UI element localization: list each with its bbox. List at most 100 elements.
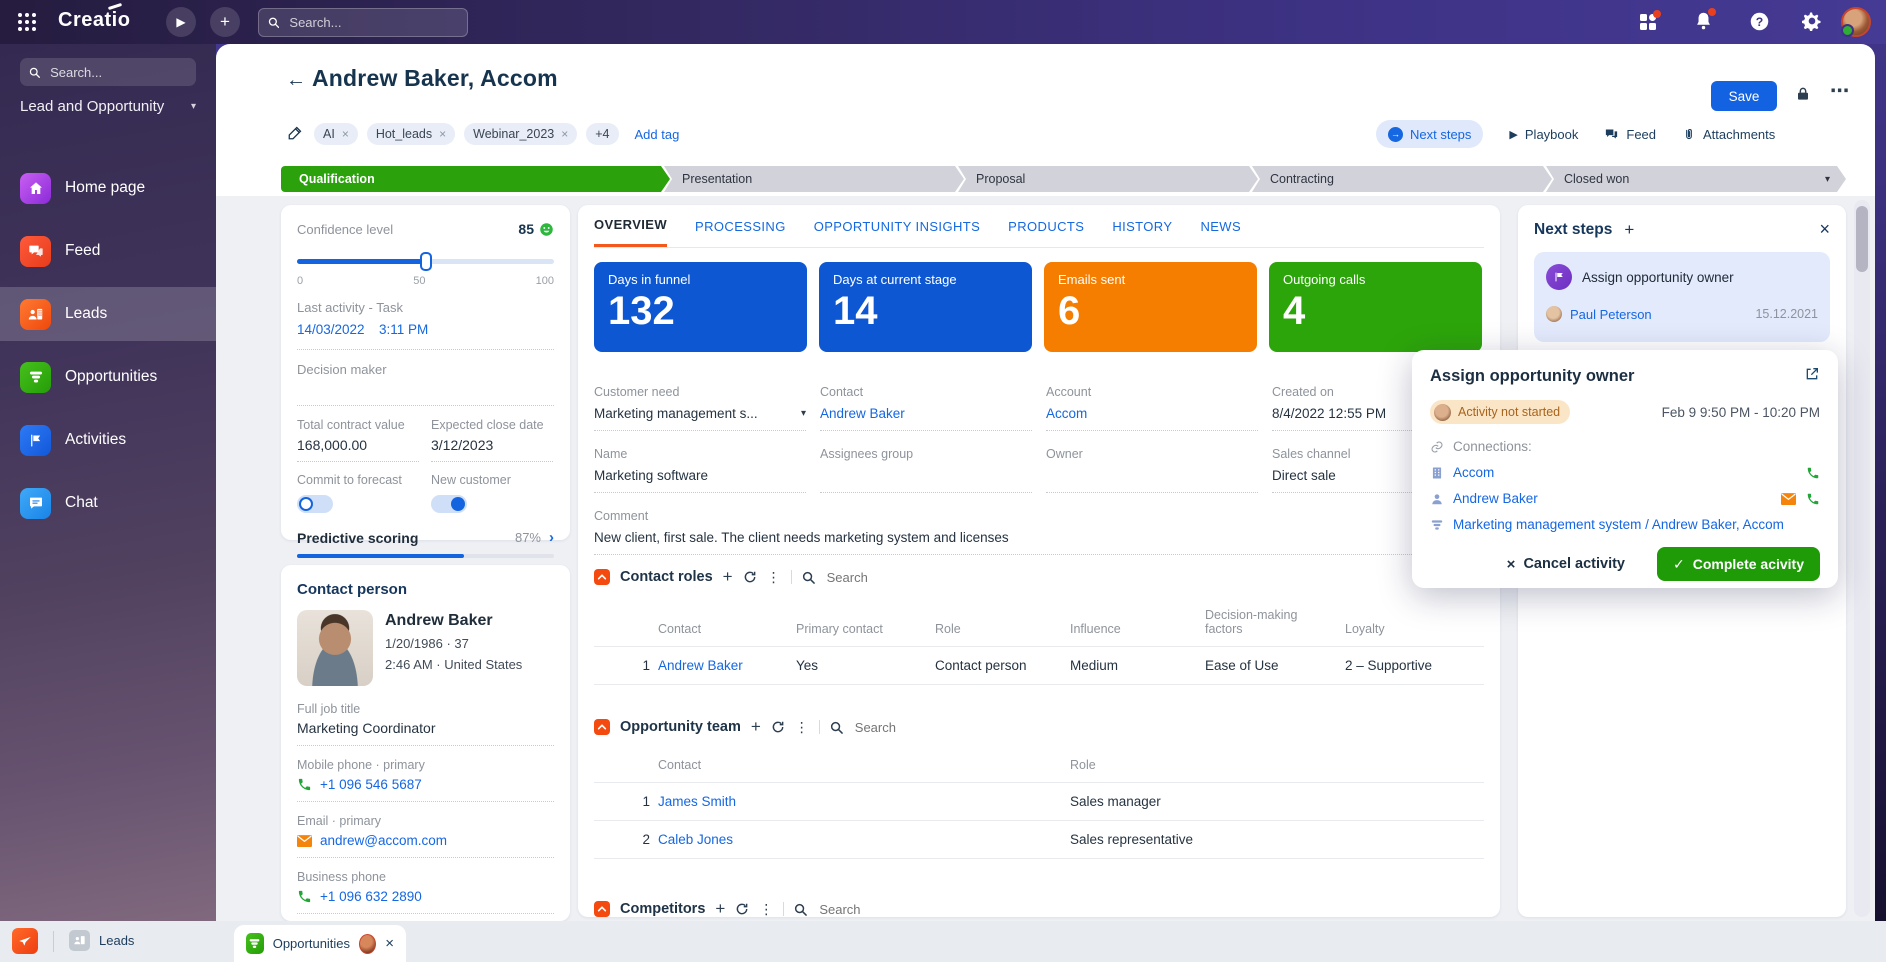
tag-chip[interactable]: Hot_leads× bbox=[367, 123, 455, 145]
add-step-icon[interactable]: + bbox=[1624, 220, 1634, 240]
global-search-input[interactable] bbox=[287, 14, 458, 31]
decision-maker-field[interactable]: Decision maker bbox=[297, 362, 554, 405]
open-record-icon[interactable] bbox=[1804, 366, 1820, 387]
contact-name[interactable]: Andrew Baker bbox=[385, 612, 522, 630]
remove-tag-icon[interactable]: × bbox=[342, 127, 349, 141]
creatio-taskbar-icon[interactable] bbox=[12, 928, 38, 954]
refresh-icon[interactable] bbox=[735, 902, 749, 916]
stage-contracting[interactable]: Contracting bbox=[1252, 166, 1552, 192]
kebab-menu-icon[interactable]: ⋮ bbox=[795, 719, 809, 736]
tag-chip[interactable]: Webinar_2023× bbox=[464, 123, 577, 145]
search-icon[interactable] bbox=[802, 571, 815, 584]
contact-link[interactable]: James Smith bbox=[658, 794, 736, 809]
competitors-search-input[interactable] bbox=[817, 901, 911, 918]
customer-need-field[interactable]: Customer need Marketing management s... … bbox=[594, 385, 806, 431]
sidebar-item-feed[interactable]: Feed bbox=[0, 224, 216, 278]
global-search[interactable] bbox=[258, 8, 468, 37]
sidebar-item-leads[interactable]: Leads bbox=[0, 287, 216, 341]
chevron-down-icon[interactable]: ▾ bbox=[801, 408, 806, 419]
remove-tag-icon[interactable]: × bbox=[561, 127, 568, 141]
contact-roles-search-input[interactable] bbox=[825, 569, 919, 586]
mobile-phone-link[interactable]: +1 096 546 5687 bbox=[320, 777, 422, 792]
sidebar-item-opportunities[interactable]: Opportunities bbox=[0, 350, 216, 404]
total-contract-value-field[interactable]: Total contract value 168,000.00 bbox=[297, 418, 419, 462]
new-customer-toggle[interactable] bbox=[431, 495, 467, 513]
search-icon[interactable] bbox=[830, 721, 843, 734]
run-process-button[interactable]: ▶ bbox=[166, 7, 196, 37]
sidebar-item-activities[interactable]: Activities bbox=[0, 413, 216, 467]
account-link[interactable]: Accom bbox=[1453, 465, 1494, 480]
add-icon[interactable]: + bbox=[715, 899, 725, 919]
search-icon[interactable] bbox=[794, 903, 807, 916]
complete-activity-button[interactable]: ✓ Complete acivity bbox=[1657, 547, 1820, 581]
confidence-slider[interactable] bbox=[297, 251, 554, 271]
cancel-activity-button[interactable]: × Cancel activity bbox=[1501, 555, 1631, 574]
stage-closed-won[interactable]: Closed won ▾ bbox=[1546, 166, 1846, 192]
tab-history[interactable]: HISTORY bbox=[1112, 205, 1172, 247]
stage-proposal[interactable]: Proposal bbox=[958, 166, 1258, 192]
close-tab-icon[interactable]: × bbox=[385, 935, 394, 952]
add-icon[interactable]: + bbox=[751, 717, 761, 737]
add-icon[interactable]: + bbox=[723, 567, 733, 587]
chevron-down-icon[interactable]: ▾ bbox=[1825, 174, 1830, 185]
tab-processing[interactable]: PROCESSING bbox=[695, 205, 786, 247]
remove-tag-icon[interactable]: × bbox=[439, 127, 446, 141]
envelope-icon[interactable] bbox=[1781, 493, 1796, 505]
notifications-bell-icon[interactable] bbox=[1695, 11, 1712, 30]
contact-field[interactable]: Contact Andrew Baker bbox=[820, 385, 1032, 431]
chevron-right-icon[interactable]: › bbox=[549, 529, 554, 546]
lock-icon[interactable] bbox=[1795, 85, 1811, 108]
sidebar-search[interactable] bbox=[20, 58, 196, 86]
more-menu-icon[interactable]: ⋯ bbox=[1830, 80, 1849, 103]
account-field[interactable]: Account Accom bbox=[1046, 385, 1258, 431]
assignees-group-field[interactable]: Assignees group bbox=[820, 447, 1032, 493]
back-arrow-icon[interactable]: ← bbox=[286, 69, 306, 92]
tab-opportunity-insights[interactable]: OPPORTUNITY INSIGHTS bbox=[814, 205, 980, 247]
taskbar-tab-leads[interactable]: Leads bbox=[69, 930, 134, 951]
sidebar-search-input[interactable] bbox=[48, 64, 187, 81]
tab-overview[interactable]: OVERVIEW bbox=[594, 205, 667, 247]
account-link[interactable]: Accom bbox=[1046, 406, 1087, 421]
last-activity-time-link[interactable]: 3:11 PM bbox=[379, 322, 428, 337]
user-avatar[interactable] bbox=[1841, 7, 1871, 37]
kebab-menu-icon[interactable]: ⋮ bbox=[767, 569, 781, 586]
commit-to-forecast-toggle[interactable] bbox=[297, 495, 333, 513]
refresh-icon[interactable] bbox=[771, 720, 785, 734]
next-step-card[interactable]: Assign opportunity owner Paul Peterson 1… bbox=[1534, 252, 1830, 342]
owner-link[interactable]: Paul Peterson bbox=[1570, 307, 1652, 322]
contact-photo[interactable] bbox=[297, 610, 373, 686]
quick-add-button[interactable]: + bbox=[210, 7, 240, 37]
apps-icon[interactable] bbox=[1639, 13, 1657, 31]
settings-gear-icon[interactable] bbox=[1802, 11, 1822, 31]
scrollbar-track[interactable] bbox=[1854, 200, 1870, 917]
table-row[interactable]: 1 Andrew Baker Yes Contact person Medium… bbox=[594, 647, 1484, 685]
refresh-icon[interactable] bbox=[743, 570, 757, 584]
opportunity-team-search-input[interactable] bbox=[853, 719, 947, 736]
help-icon[interactable]: ? bbox=[1749, 11, 1770, 32]
app-launcher-icon[interactable] bbox=[18, 13, 22, 17]
comment-field[interactable]: Comment New client, first sale. The clie… bbox=[594, 509, 1484, 555]
collapse-icon[interactable] bbox=[594, 569, 610, 585]
sidebar-item-chat[interactable]: Chat bbox=[0, 476, 216, 530]
expected-close-date-field[interactable]: Expected close date 3/12/2023 bbox=[431, 418, 553, 462]
owner-field[interactable]: Owner bbox=[1046, 447, 1258, 493]
slider-thumb[interactable] bbox=[420, 252, 432, 271]
collapse-icon[interactable] bbox=[594, 901, 610, 917]
contact-link[interactable]: Caleb Jones bbox=[658, 832, 733, 847]
business-phone-link[interactable]: +1 096 632 2890 bbox=[320, 889, 422, 904]
table-row[interactable]: 1 James Smith Sales manager bbox=[594, 783, 1484, 821]
add-tag-link[interactable]: Add tag bbox=[635, 127, 680, 142]
job-title-value[interactable]: Marketing Coordinator bbox=[297, 720, 554, 746]
feed-button[interactable]: Feed bbox=[1604, 127, 1656, 142]
more-tags-chip[interactable]: +4 bbox=[586, 123, 618, 145]
sidebar-item-home-page[interactable]: Home page bbox=[0, 161, 216, 215]
playbook-button[interactable]: ▶ Playbook bbox=[1509, 127, 1578, 142]
email-link[interactable]: andrew@accom.com bbox=[320, 833, 447, 848]
tab-news[interactable]: NEWS bbox=[1200, 205, 1241, 247]
scrollbar-thumb[interactable] bbox=[1856, 206, 1868, 272]
close-icon[interactable]: × bbox=[1819, 219, 1830, 240]
kebab-menu-icon[interactable]: ⋮ bbox=[759, 901, 773, 918]
taskbar-tab-opportunities[interactable]: Opportunities × bbox=[234, 925, 406, 962]
save-button[interactable]: Save bbox=[1711, 81, 1777, 111]
next-steps-button[interactable]: → Next steps bbox=[1376, 120, 1483, 148]
